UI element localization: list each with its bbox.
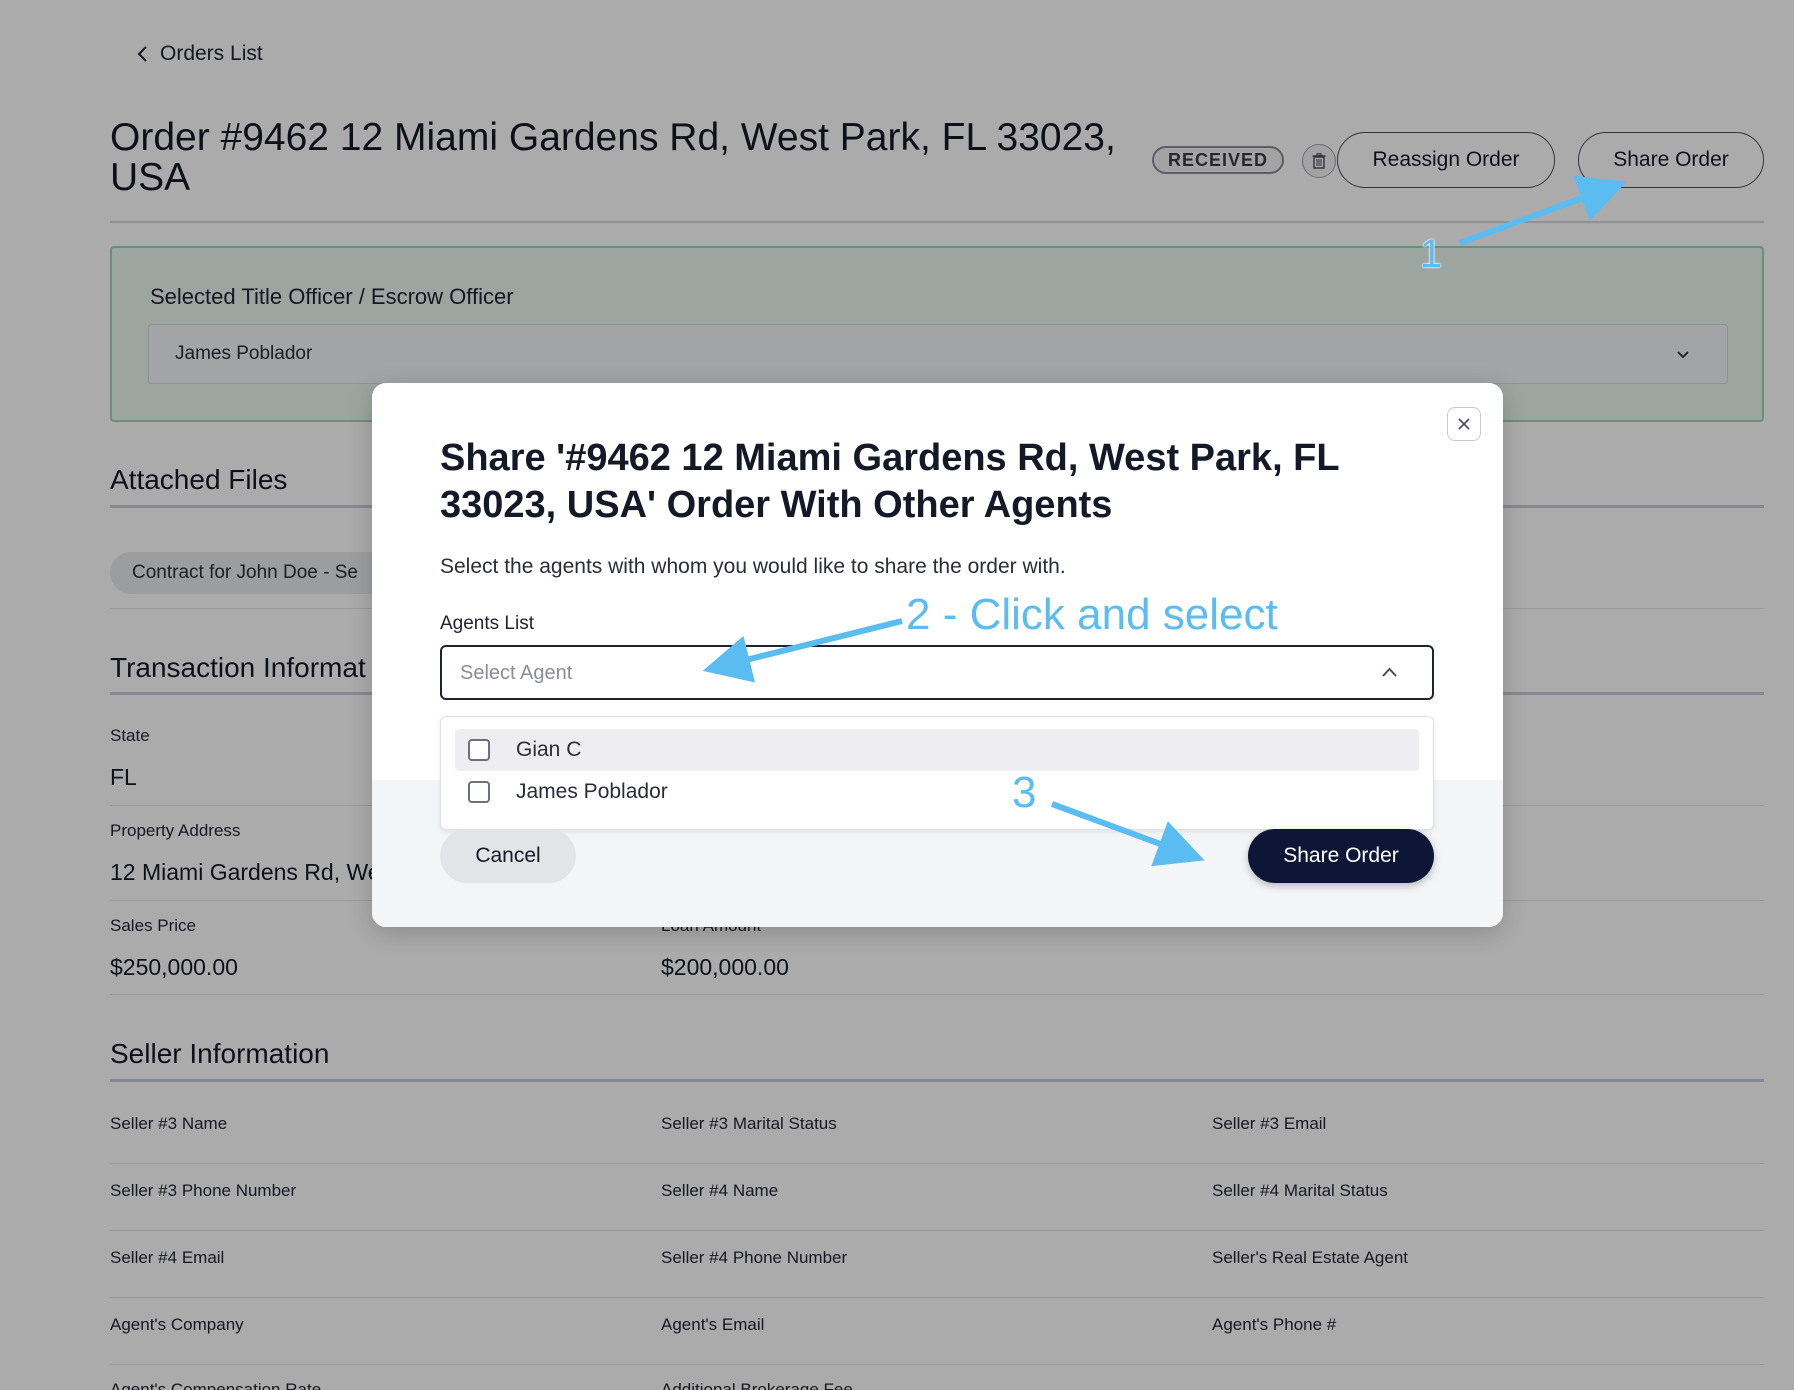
modal-close-button[interactable] (1447, 407, 1481, 441)
close-icon (1458, 418, 1470, 430)
agent-option[interactable]: Gian C (455, 729, 1419, 771)
agent-option-label: James Poblador (516, 780, 668, 803)
agent-option-label: Gian C (516, 738, 582, 761)
agent-checkbox[interactable] (468, 739, 490, 761)
agent-select[interactable]: Select Agent (440, 645, 1434, 700)
modal-title: Share '#9462 12 Miami Gardens Rd, West P… (440, 437, 1339, 526)
agent-checkbox[interactable] (468, 781, 490, 803)
agent-option[interactable]: James Poblador (455, 771, 1419, 813)
modal-description: Select the agents with whom you would li… (440, 555, 1066, 578)
cancel-button[interactable]: Cancel (440, 829, 576, 883)
agent-dropdown: Gian C James Poblador (440, 716, 1434, 830)
agents-list-label: Agents List (440, 613, 534, 634)
chevron-up-icon (1382, 667, 1397, 677)
modal-share-order-button[interactable]: Share Order (1248, 829, 1434, 883)
agent-select-placeholder: Select Agent (460, 662, 573, 684)
share-order-modal: Share '#9462 12 Miami Gardens Rd, West P… (372, 383, 1503, 927)
